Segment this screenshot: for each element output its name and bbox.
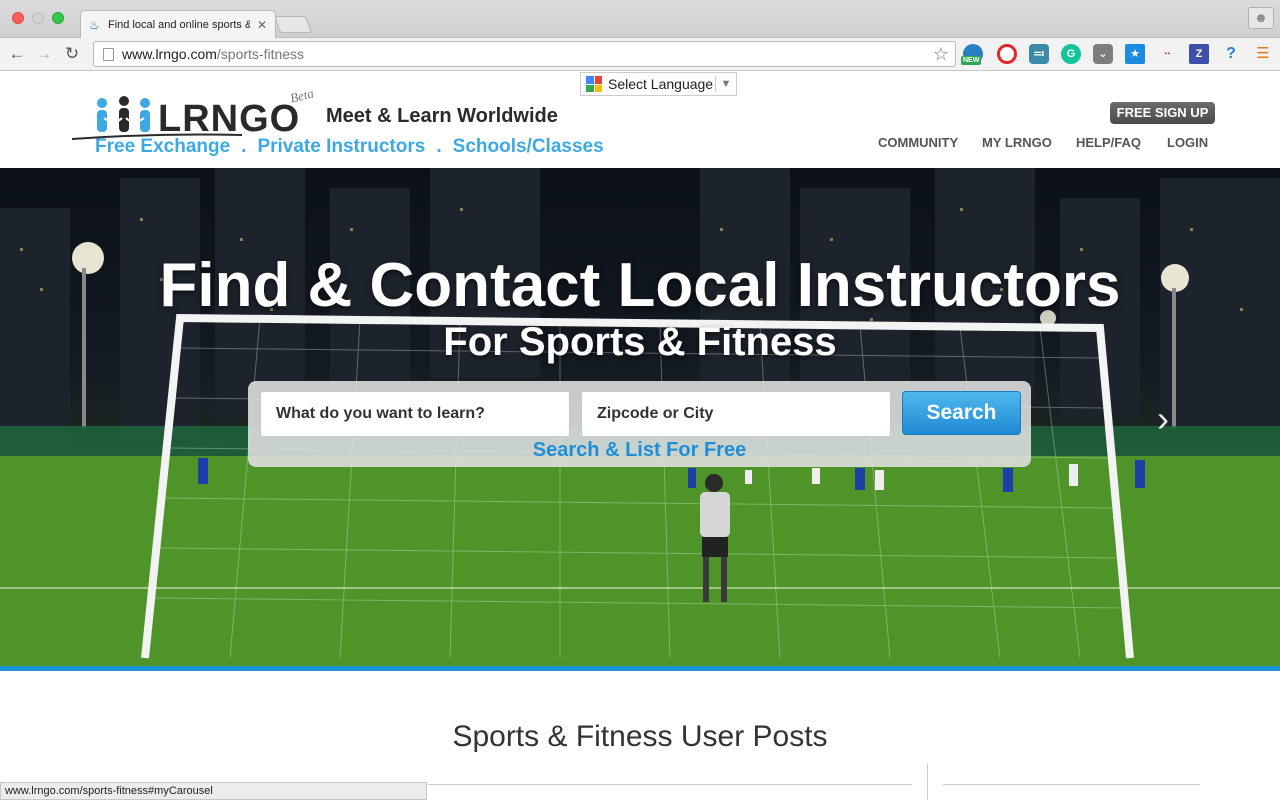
separator: .	[241, 136, 247, 157]
private-instructors-link[interactable]: Private Instructors	[257, 136, 425, 158]
new-badge: NEW	[961, 56, 982, 65]
new-badge-extension-icon[interactable]: NEW	[961, 44, 983, 65]
forward-arrow-icon[interactable]: →	[34, 44, 54, 64]
address-bar[interactable]: www.lrngo.com /sports-fitness ☆	[93, 41, 956, 67]
site-header: Select Language ▼ LRNGO Beta Meet & Lear…	[0, 72, 1280, 168]
hero-bottom-bar	[0, 666, 1280, 671]
dropdown-arrow-icon: ▼	[720, 78, 732, 90]
grammarly-icon[interactable]: G	[1061, 44, 1081, 64]
page-icon	[103, 47, 114, 61]
beta-label: Beta	[288, 85, 316, 106]
signal-icon[interactable]: ∙∙	[1157, 44, 1177, 64]
close-tab-icon[interactable]: ✕	[257, 18, 267, 32]
browser-tab[interactable]: ♨ Find local and online sports & fitness…	[80, 10, 276, 39]
browser-tab-bar: ♨ Find local and online sports & fitness…	[0, 0, 1280, 39]
status-bar: www.lrngo.com/sports-fitness#myCarousel	[0, 782, 427, 800]
pocket-icon[interactable]: ⌄	[1093, 44, 1113, 64]
browser-toolbar: ← → ↻ www.lrngo.com /sports-fitness ☆ NE…	[0, 38, 1280, 71]
google-icon	[586, 76, 602, 92]
help-icon[interactable]: ?	[1221, 44, 1241, 64]
new-tab-button[interactable]	[273, 16, 313, 33]
search-list-free-link[interactable]: Search & List For Free	[248, 439, 1031, 462]
bookmark-star-icon[interactable]: ☆	[933, 44, 949, 65]
window-close-button[interactable]	[12, 12, 24, 24]
tab-title: Find local and online sports & fitness	[108, 19, 250, 31]
hero-carousel: Find & Contact Local Instructors For Spo…	[0, 168, 1280, 666]
nav-login[interactable]: LOGIN	[1167, 135, 1208, 150]
hero-title: Find & Contact Local Instructors	[159, 251, 1121, 320]
bookmark-extension-icon[interactable]: ★	[1125, 44, 1145, 64]
lrngo-logo[interactable]: LRNGO Beta	[72, 85, 322, 142]
search-button[interactable]: Search	[902, 391, 1021, 435]
sub-navigation: Free Exchange . Private Instructors . Sc…	[95, 136, 604, 158]
divider	[428, 784, 912, 785]
schools-classes-link[interactable]: Schools/Classes	[453, 136, 604, 158]
nav-my-lrngo[interactable]: MY LRNGO	[982, 135, 1052, 150]
separator: .	[436, 136, 442, 157]
c-extension-icon[interactable]: ≕	[1029, 44, 1049, 64]
opera-icon[interactable]	[997, 44, 1017, 64]
divider	[943, 784, 1200, 785]
window-maximize-button[interactable]	[52, 12, 64, 24]
menu-icon[interactable]: ☰	[1253, 44, 1273, 64]
nav-help-faq[interactable]: HELP/FAQ	[1076, 135, 1141, 150]
free-exchange-link[interactable]: Free Exchange	[95, 136, 230, 158]
nav-community[interactable]: COMMUNITY	[878, 135, 958, 150]
carousel-next-arrow-icon[interactable]: ›	[1157, 398, 1169, 440]
people-logo-icon	[97, 96, 150, 132]
lrngo-favicon-icon: ♨	[89, 18, 100, 32]
back-arrow-icon[interactable]: ←	[7, 44, 27, 64]
reload-icon[interactable]: ↻	[62, 44, 82, 64]
free-signup-button[interactable]: FREE SIGN UP	[1110, 102, 1215, 124]
z-extension-icon[interactable]: Z	[1189, 44, 1209, 64]
location-search-input[interactable]: Zipcode or City	[581, 391, 891, 437]
language-selector[interactable]: Select Language ▼	[580, 72, 737, 96]
profile-icon[interactable]: ☻	[1248, 7, 1274, 29]
url-host: www.lrngo.com	[122, 46, 217, 62]
url-path: /sports-fitness	[216, 46, 305, 62]
language-label: Select Language	[608, 76, 714, 92]
section-title: Sports & Fitness User Posts	[452, 720, 828, 753]
divider	[927, 764, 928, 800]
tagline: Meet & Learn Worldwide	[326, 105, 558, 127]
hero-subtitle: For Sports & Fitness	[443, 320, 837, 364]
search-panel: What do you want to learn? Zipcode or Ci…	[248, 381, 1031, 467]
window-minimize-button[interactable]	[32, 12, 44, 24]
learn-search-input[interactable]: What do you want to learn?	[260, 391, 570, 437]
